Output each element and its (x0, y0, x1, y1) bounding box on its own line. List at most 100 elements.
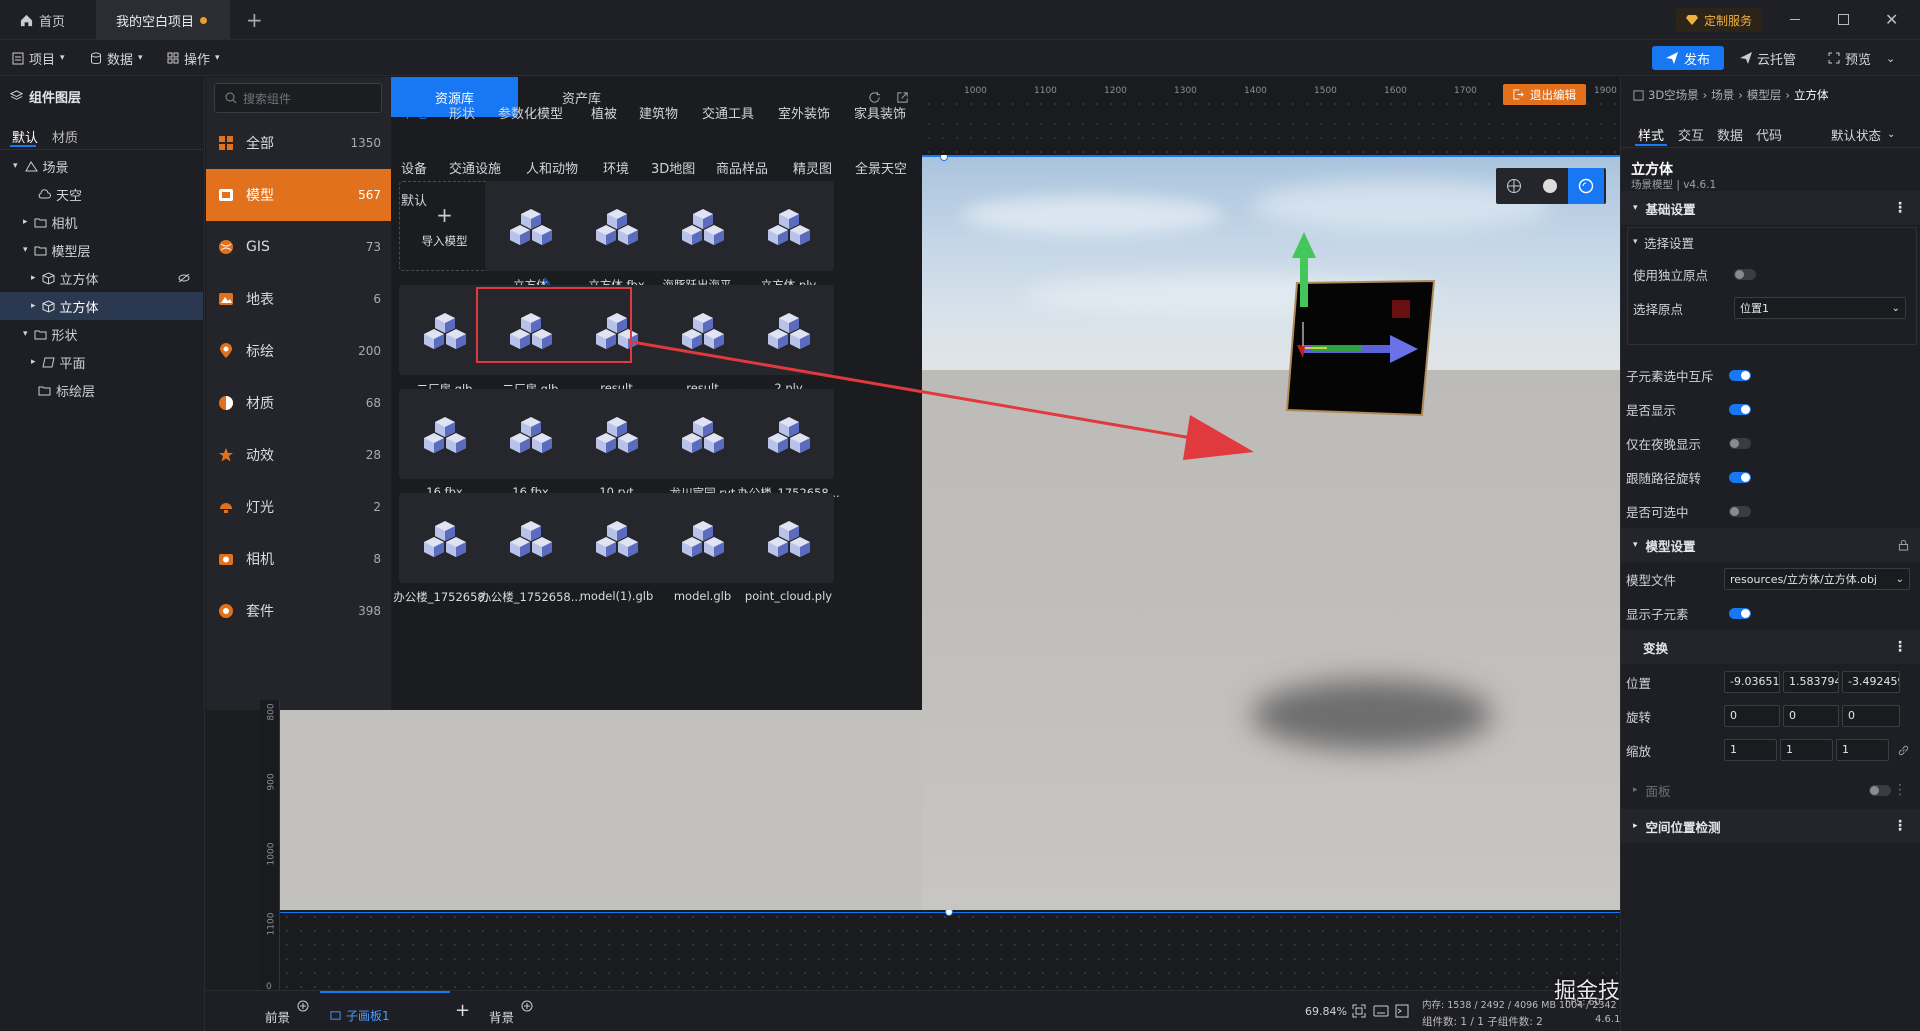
import-model-button[interactable]: + 导入模型 (399, 181, 490, 271)
menu-project[interactable]: 项目 ▾ (12, 40, 65, 76)
category-camera[interactable]: 相机 8 (206, 533, 391, 585)
category-kit[interactable]: 套件 398 (206, 585, 391, 637)
menu-operate[interactable]: 操作 ▾ (167, 40, 220, 76)
filter-panorama[interactable]: 全景天空 (855, 158, 907, 177)
category-model[interactable]: 模型 567 (206, 169, 391, 221)
category-all[interactable]: 全部 1350 (206, 117, 391, 169)
model-tile[interactable] (657, 493, 748, 583)
tab-default[interactable]: 默认 (12, 127, 38, 146)
tree-item-plot-layer[interactable]: 标绘层 (0, 376, 203, 404)
rotation-x-input[interactable]: 0 (1724, 705, 1780, 727)
night-only-toggle[interactable] (1729, 437, 1751, 449)
tree-item-plane[interactable]: ▸ 平面 (0, 348, 203, 376)
filter-traffic[interactable]: 交通设施 (449, 158, 501, 177)
custom-service-button[interactable]: 定制服务 (1676, 8, 1763, 32)
use-origin-toggle[interactable] (1734, 268, 1756, 280)
filter-people[interactable]: 人和动物 (526, 158, 578, 177)
add-circle-icon[interactable] (297, 1000, 309, 1012)
model-tile[interactable] (571, 181, 662, 271)
more-icon[interactable]: ⋮ (1893, 818, 1907, 834)
tab-sub-canvas[interactable]: 子画板1 (330, 1007, 390, 1024)
selectable-toggle[interactable] (1729, 505, 1751, 517)
filter-parametric[interactable]: 参数化模型 (498, 103, 563, 122)
filter-outdoor[interactable]: 室外装饰 (778, 103, 830, 122)
model-tile[interactable] (485, 493, 576, 583)
tab-interaction[interactable]: 交互 (1678, 125, 1704, 144)
tab-data[interactable]: 数据 (1717, 125, 1743, 144)
tree-item-scene[interactable]: ▾ 场景 (0, 152, 203, 180)
filter-building[interactable]: 建筑物 (639, 103, 678, 122)
tab-style[interactable]: 样式 (1638, 125, 1664, 144)
section-transform[interactable]: 变换 ⋮ (1621, 630, 1920, 664)
add-canvas-button[interactable]: + (455, 1000, 470, 1021)
tree-item-cube-2[interactable]: ▸ 立方体 (0, 292, 203, 320)
breadcrumb-item[interactable]: 立方体 (1794, 87, 1829, 103)
model-tile[interactable] (743, 181, 834, 271)
tree-item-sky[interactable]: 天空 (0, 180, 203, 208)
cloud-button[interactable]: 云托管 (1740, 40, 1796, 76)
more-icon[interactable]: ⋮ (1893, 782, 1907, 798)
filter-3dmap[interactable]: 3D地图 (651, 158, 695, 177)
lock-icon[interactable] (1898, 539, 1909, 551)
tree-item-model-layer[interactable]: ▾ 模型层 (0, 236, 203, 264)
background-label[interactable]: 背景 (489, 1007, 514, 1026)
add-tab-button[interactable]: + (246, 8, 263, 32)
row-select-settings[interactable]: ▾ 选择设置 (1621, 227, 1920, 257)
section-model[interactable]: ▾ 模型设置 (1621, 528, 1920, 562)
filter-vegetation[interactable]: 植被 (591, 103, 617, 122)
eye-hidden-icon[interactable] (178, 273, 190, 283)
rotation-z-input[interactable]: 0 (1842, 705, 1900, 727)
layer-foreground[interactable]: 前景 (265, 1007, 290, 1026)
position-x-input[interactable]: -9.036517 (1724, 671, 1780, 693)
filter-shape[interactable]: 形状 (449, 103, 475, 122)
show-children-toggle[interactable] (1729, 607, 1751, 619)
category-light[interactable]: 灯光 2 (206, 481, 391, 533)
publish-button[interactable]: 发布 (1652, 46, 1725, 70)
search-input[interactable]: 搜索组件 (214, 83, 382, 113)
tab-code[interactable]: 代码 (1756, 125, 1782, 144)
model-tile[interactable] (485, 181, 576, 271)
tab-material[interactable]: 材质 (52, 127, 78, 146)
origin-select[interactable]: 位置1 ⌄ (1734, 297, 1906, 319)
section-space-check[interactable]: ▸ 空间位置检测 ⋮ (1621, 809, 1920, 843)
fit-screen-icon[interactable] (1352, 1004, 1366, 1018)
section-basic[interactable]: ▾ 基础设置 ⋮ (1621, 191, 1920, 225)
section-panel[interactable]: ▸ 面板 ⋮ (1621, 773, 1920, 807)
menu-data[interactable]: 数据 ▾ (90, 40, 143, 76)
model-tile[interactable] (571, 493, 662, 583)
visible-toggle[interactable] (1729, 403, 1751, 415)
more-icon[interactable]: ⋮ (1893, 200, 1907, 216)
viewport-3d[interactable] (922, 155, 1620, 910)
model-tile[interactable] (743, 493, 834, 583)
model-file-select[interactable]: resources/立方体/立方体.obj ⌄ (1724, 568, 1910, 590)
model-tile[interactable] (399, 389, 490, 479)
filter-local[interactable]: 本地 (401, 103, 427, 122)
child-exclusive-toggle[interactable] (1729, 369, 1751, 381)
tree-item-shape[interactable]: ▾ 形状 (0, 320, 203, 348)
terminal-icon[interactable] (1395, 1004, 1409, 1018)
filter-device[interactable]: 设备 (401, 158, 427, 177)
tree-item-cube-1[interactable]: ▸ 立方体 (0, 264, 203, 292)
rotation-y-input[interactable]: 0 (1783, 705, 1839, 727)
add-circle-icon[interactable] (521, 1000, 533, 1012)
model-tile[interactable] (485, 389, 576, 479)
category-terrain[interactable]: 地表 6 (206, 273, 391, 325)
tab-home[interactable]: 首页 (0, 0, 85, 40)
more-icon[interactable]: ⋮ (1893, 639, 1907, 655)
position-y-input[interactable]: 1.5837941 (1783, 671, 1839, 693)
zoom-level[interactable]: 69.84% (1305, 1005, 1347, 1018)
transform-gizmo[interactable] (1272, 230, 1452, 380)
maximize-icon[interactable] (1838, 14, 1849, 25)
view-solid-button[interactable] (1532, 168, 1568, 204)
filter-sprite[interactable]: 精灵图 (793, 158, 832, 177)
view-wireframe-button[interactable] (1496, 168, 1532, 204)
state-select[interactable]: 默认状态 ⌄ (1831, 125, 1895, 144)
filter-vehicle[interactable]: 交通工具 (702, 103, 754, 122)
position-z-input[interactable]: -3.492459 (1842, 671, 1900, 693)
model-tile[interactable] (399, 493, 490, 583)
follow-path-toggle[interactable] (1729, 471, 1751, 483)
category-effect[interactable]: 动效 28 (206, 429, 391, 481)
tab-project[interactable]: 我的空白项目 (96, 0, 230, 40)
category-plot[interactable]: 标绘 200 (206, 325, 391, 377)
model-tile[interactable] (657, 181, 748, 271)
